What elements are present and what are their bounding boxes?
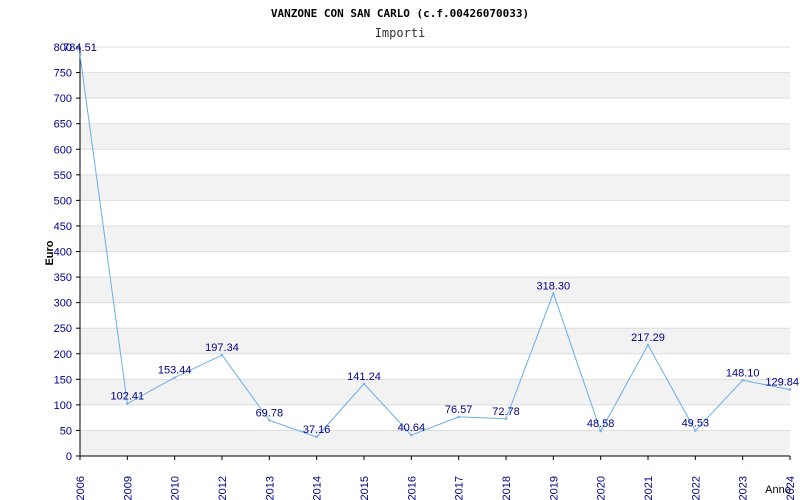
y-tick-label: 650	[54, 119, 72, 131]
grid-band	[80, 149, 790, 175]
data-point	[646, 343, 650, 347]
grid-band	[80, 47, 790, 73]
x-tick-label: 2018	[501, 476, 513, 500]
data-point	[78, 53, 82, 57]
x-tick-label: 2009	[122, 476, 134, 500]
y-tick-label: 0	[66, 451, 72, 463]
y-tick-label: 450	[54, 221, 72, 233]
y-tick-label: 50	[60, 425, 72, 437]
x-tick-label: 2006	[75, 476, 87, 500]
data-label: 49.53	[682, 418, 710, 430]
y-tick-label: 750	[54, 68, 72, 80]
data-label: 37.16	[303, 424, 331, 436]
x-tick-label: 2023	[738, 476, 750, 500]
data-point	[126, 402, 129, 405]
data-point	[220, 353, 224, 357]
data-label: 40.64	[398, 422, 426, 434]
data-point	[504, 417, 508, 420]
data-label: 148.10	[726, 367, 760, 379]
line-chart: VANZONE CON SAN CARLO (c.f.00426070033) …	[44, 7, 799, 500]
y-tick-label: 200	[54, 349, 72, 361]
y-tick-label: 500	[54, 195, 72, 207]
x-tick-label: 2024	[785, 476, 797, 500]
data-label: 141.24	[347, 371, 381, 383]
y-tick-label: 700	[54, 93, 72, 105]
y-tick-label: 400	[54, 247, 72, 259]
data-point	[268, 419, 271, 422]
data-point	[599, 429, 602, 433]
grid-band	[80, 251, 790, 278]
grid-band	[80, 200, 790, 226]
data-label: 48.58	[587, 418, 615, 430]
data-label: 129.84	[765, 377, 799, 389]
x-tick-label: 2014	[312, 476, 324, 500]
grid-band	[80, 98, 790, 124]
grid-band	[80, 123, 790, 150]
data-label: 217.29	[631, 332, 665, 344]
y-tick-label: 250	[54, 323, 72, 335]
data-point	[457, 415, 460, 419]
grid-band	[80, 174, 790, 201]
x-tick-label: 2012	[217, 476, 229, 500]
data-label: 784.51	[63, 42, 97, 54]
data-point	[173, 376, 176, 379]
data-label: 76.57	[445, 404, 473, 416]
chart-subtitle: Importi	[375, 26, 426, 40]
data-label: 72.78	[492, 406, 520, 418]
grid-band	[80, 379, 790, 405]
grid-band	[80, 72, 790, 99]
data-point	[741, 379, 744, 382]
grid-band	[80, 328, 790, 354]
x-tick-label: 2010	[170, 476, 182, 500]
x-tick-label: 2022	[690, 476, 702, 500]
chart-title: VANZONE CON SAN CARLO (c.f.00426070033)	[271, 7, 529, 20]
x-tick-label: 2020	[596, 476, 608, 500]
data-label: 153.44	[158, 365, 192, 377]
data-label: 69.78	[256, 407, 284, 419]
data-label: 102.41	[111, 391, 145, 403]
data-label: 197.34	[205, 342, 239, 354]
x-tick-label: 2013	[264, 476, 276, 500]
y-tick-label: 550	[54, 170, 72, 182]
y-tick-labels: 0 50 100 150 200 250 300 350 400 450 500 550 600 650 7…	[54, 42, 72, 463]
x-tick-labels: 2006 2009 2010 2012 2013 2014 2015 2016 2017 2018…	[75, 476, 797, 500]
x-tick-label: 2016	[406, 476, 418, 500]
grid-band	[80, 277, 790, 303]
data-point	[315, 435, 318, 439]
y-tick-label: 100	[54, 400, 72, 412]
y-tick-label: 350	[54, 272, 72, 284]
data-point	[410, 434, 413, 437]
grid-band	[80, 225, 790, 252]
data-point	[694, 429, 697, 432]
x-tick-label: 2015	[359, 476, 371, 500]
data-point	[362, 382, 366, 385]
x-tick-label: 2019	[548, 476, 560, 500]
grid-band	[80, 430, 790, 456]
x-tick-label: 2017	[454, 476, 466, 500]
y-tick-label: 300	[54, 298, 72, 310]
y-tick-label: 150	[54, 374, 72, 386]
data-point	[552, 292, 555, 295]
data-point	[788, 388, 792, 391]
data-label: 318.30	[537, 280, 571, 292]
x-tick-label: 2021	[643, 476, 655, 500]
y-tick-label: 600	[54, 144, 72, 156]
grid-band	[80, 302, 790, 329]
